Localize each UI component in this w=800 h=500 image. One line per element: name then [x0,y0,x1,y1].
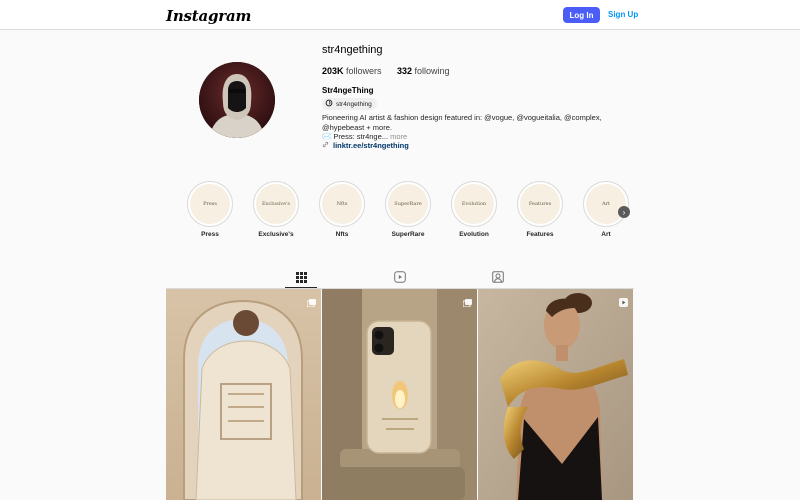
threads-badge[interactable]: str4ngething [322,98,377,110]
grid-icon[interactable] [294,270,308,284]
link-icon [322,141,329,150]
profile-link[interactable]: linktr.ee/str4ngething [322,141,409,150]
active-tab-indicator [285,287,317,288]
threads-handle: str4ngething [336,100,372,108]
profile-bio-press: ✉️ Press: str4nge... more [322,132,407,141]
highlight-label: Features [526,231,554,238]
chevron-right-icon[interactable]: › [618,206,630,218]
profile-full-name: Str4ngeThing [322,86,374,95]
top-navigation-bar: Instagram Log In Sign Up [0,0,800,30]
highlight-cover: Nfts [322,184,362,224]
highlight-label: Evolution [459,231,489,238]
followers-count: 203K [322,66,344,76]
following-count: 332 [397,66,413,76]
highlight-cover: Evolution [454,184,494,224]
highlight-ring: Exclusive's [253,181,299,227]
carousel-icon [306,294,316,308]
highlight-press[interactable]: Press Press [187,181,233,238]
highlight-ring: SuperRare [385,181,431,227]
profile-username: str4ngething [322,44,383,56]
instagram-logo[interactable]: Instagram [166,7,251,25]
link-text: linktr.ee/str4ngething [333,141,409,150]
highlight-ring: Evolution [451,181,497,227]
highlight-exclusives[interactable]: Exclusive's Exclusive's [253,181,299,238]
reels-icon[interactable] [393,270,407,284]
highlight-ring: Features [517,181,563,227]
highlight-superrare[interactable]: SuperRare SuperRare [385,181,431,238]
highlight-cover: Art [586,184,626,224]
post-gold-shoulder-dress[interactable] [478,289,633,500]
highlight-ring: Nfts [319,181,365,227]
threads-icon [325,99,333,109]
highlight-nfts[interactable]: Nfts Nfts [319,181,365,238]
highlight-cover: Exclusive's [256,184,296,224]
highlight-cover: Press [190,184,230,224]
post-sculpted-phone-case[interactable] [322,289,477,500]
log-in-button[interactable]: Log In [563,7,600,23]
followers-label: followers [346,66,382,76]
more-link[interactable]: more [390,132,407,141]
sign-up-link[interactable]: Sign Up [608,10,638,19]
highlight-label: SuperRare [391,231,425,238]
following-label: following [414,66,450,76]
highlight-cover: Features [520,184,560,224]
profile-avatar[interactable] [199,62,275,138]
highlight-ring: Press [187,181,233,227]
highlight-label: Press [201,231,219,238]
reel-icon [619,294,628,307]
highlight-evolution[interactable]: Evolution Evolution [451,181,497,238]
press-line: ✉️ Press: str4nge... [322,132,389,141]
profile-bio: Pioneering AI artist & fashion design fe… [322,113,602,132]
highlight-label: Art [601,231,611,238]
highlight-features[interactable]: Features Features [517,181,563,238]
highlight-label: Nfts [335,231,349,238]
followers-stat[interactable]: 203K followers [322,66,382,76]
highlight-label: Exclusive's [258,231,294,238]
following-stat[interactable]: 332 following [397,66,450,76]
post-ornate-jacket[interactable] [166,289,321,500]
highlight-ring: Art [583,181,629,227]
tagged-icon[interactable] [491,270,505,284]
highlight-cover: SuperRare [388,184,428,224]
carousel-icon [462,294,472,308]
